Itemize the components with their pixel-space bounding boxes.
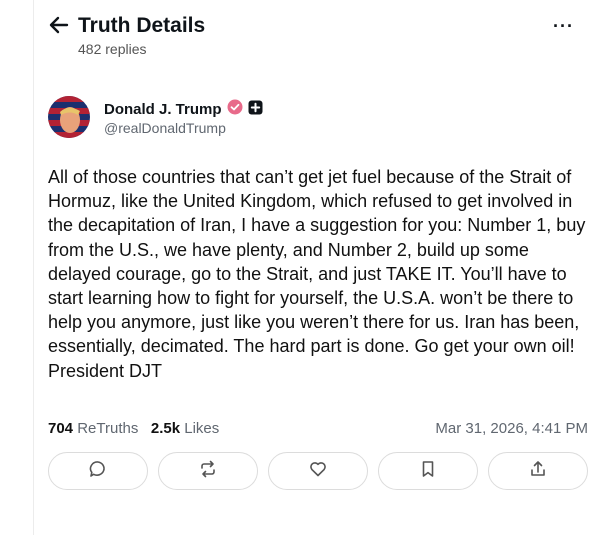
likes-stat[interactable]: 2.5k Likes — [151, 420, 219, 437]
reply-count: 482 replies — [78, 41, 147, 57]
post-author: Donald J. Trump @realDonaldTrump — [48, 96, 448, 144]
column-divider — [33, 0, 34, 535]
page-title: Truth Details — [78, 14, 206, 37]
verified-badge-icon — [227, 99, 243, 120]
back-arrow-icon[interactable] — [48, 14, 70, 36]
truth-details-page: Truth Details 482 replies ··· Donald J. … — [0, 0, 600, 535]
likes-count: 2.5k — [150, 420, 181, 437]
page-header: Truth Details 482 replies ··· — [48, 12, 580, 62]
reply-icon — [88, 459, 108, 484]
retruths-count: 704 — [48, 420, 74, 437]
reply-button[interactable] — [48, 452, 148, 490]
like-button[interactable] — [268, 452, 368, 490]
more-icon[interactable]: ··· — [553, 16, 574, 37]
plus-badge-icon — [248, 100, 263, 120]
likes-label: Likes — [184, 420, 220, 437]
author-handle[interactable]: @realDonaldTrump — [104, 120, 226, 136]
author-name-row: Donald J. Trump — [104, 99, 263, 120]
retruth-icon — [198, 459, 218, 484]
post-timestamp: Mar 31, 2026, 4:41 PM — [435, 420, 588, 437]
retruths-stat[interactable]: 704 ReTruths — [48, 420, 138, 437]
bookmark-icon — [418, 459, 438, 484]
avatar[interactable] — [48, 96, 90, 138]
retruth-button[interactable] — [158, 452, 258, 490]
like-icon — [308, 459, 328, 484]
author-name[interactable]: Donald J. Trump — [104, 101, 222, 118]
action-bar — [48, 452, 590, 492]
bookmark-button[interactable] — [378, 452, 478, 490]
post-stats: 704 ReTruths 2.5k Likes Mar 31, 2026, 4:… — [48, 420, 588, 437]
post-text: All of those countries that can’t get je… — [48, 167, 586, 381]
share-icon — [528, 459, 548, 484]
share-button[interactable] — [488, 452, 588, 490]
retruths-label: ReTruths — [77, 420, 139, 437]
